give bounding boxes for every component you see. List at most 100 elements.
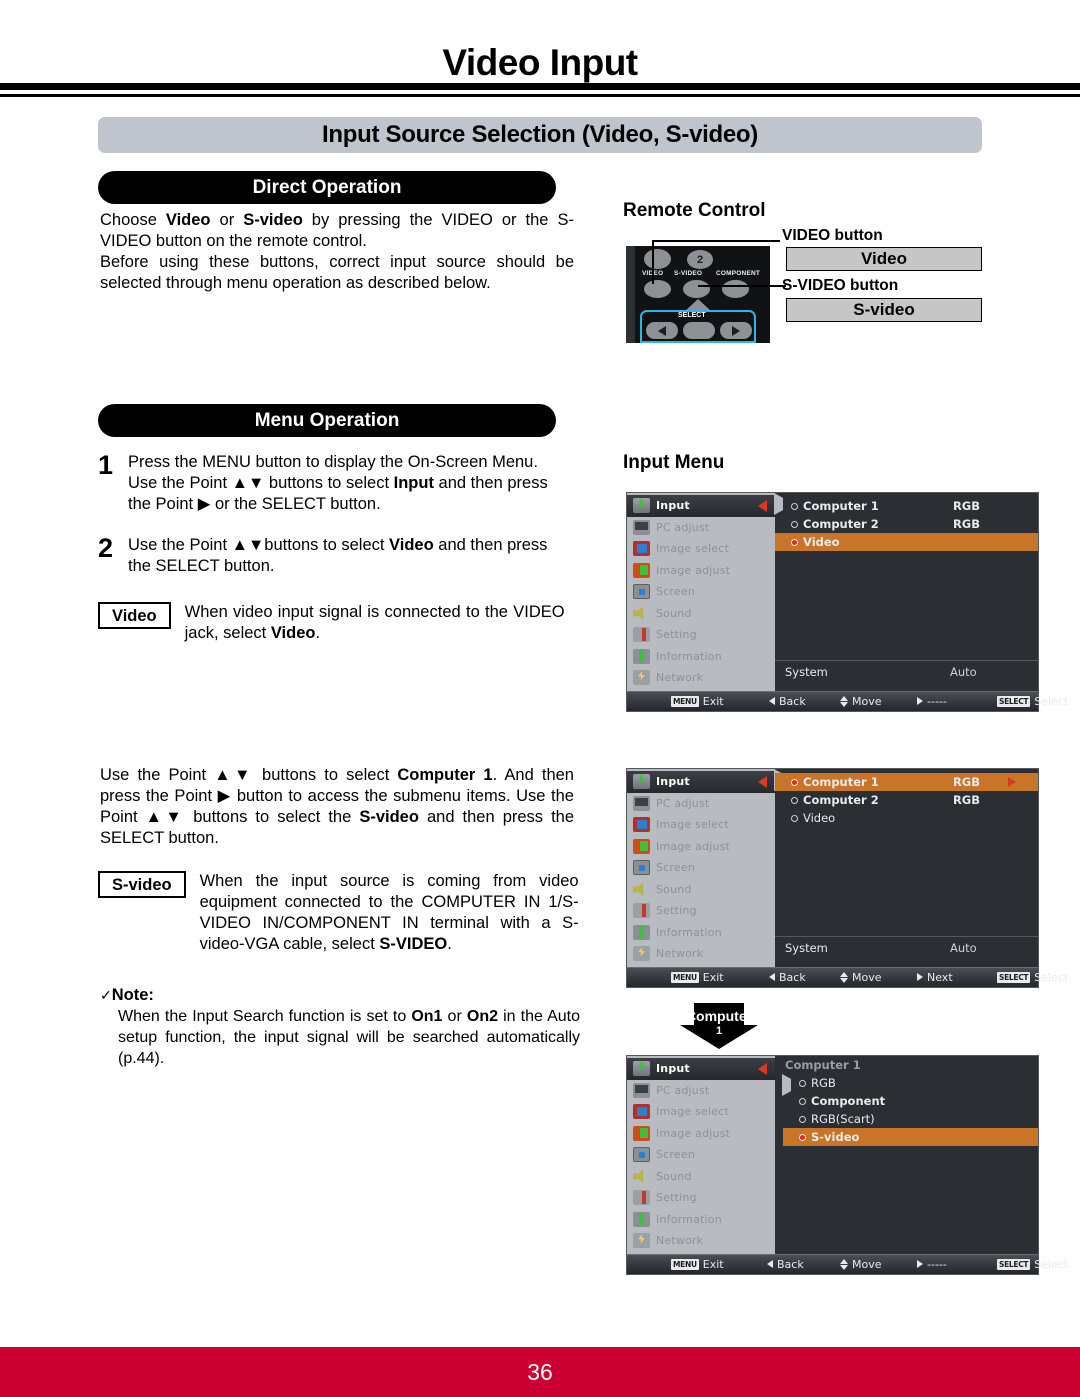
sidebar-item-screen[interactable]: Screen — [627, 581, 775, 603]
osd2-item-computer-1[interactable]: Computer 1 RGB — [775, 773, 1038, 791]
osd2-next[interactable]: Next — [917, 971, 953, 984]
osd1-back[interactable]: Back — [769, 695, 806, 708]
osd3-item-s-video[interactable]: S-video — [783, 1128, 1038, 1146]
osd3-exit[interactable]: MENU Exit — [671, 1258, 724, 1271]
osd3-select[interactable]: SELECT Select — [997, 1258, 1068, 1271]
osd3-item-rgb-scart[interactable]: RGB(Scart) — [783, 1110, 1038, 1128]
sidebar-label-information: Information — [656, 925, 722, 939]
osd2-move[interactable]: Move — [840, 971, 882, 984]
osd1-system-row[interactable]: System Auto — [775, 660, 1038, 682]
remote-top-button-left[interactable] — [644, 249, 671, 269]
osd3-label-component: Component — [811, 1094, 886, 1108]
sidebar-item-pc-adjust[interactable]: PC adjust — [627, 1080, 775, 1102]
sidebar-item-information[interactable]: Information — [627, 646, 775, 668]
remote-point-left-button[interactable] — [646, 322, 678, 339]
sidebar-label-image-select: Image select — [656, 542, 730, 556]
sidebar-label-image-adjust: Image adjust — [656, 1126, 731, 1140]
sidebar-item-input[interactable]: Input — [627, 771, 775, 793]
osd3-item-rgb[interactable]: RGB — [783, 1074, 1038, 1092]
direct-operation-text: Choose Video or S-video by pressing the … — [100, 210, 574, 294]
osd3-next[interactable]: ----- — [917, 1258, 947, 1271]
sound-icon — [633, 882, 650, 897]
remote-svideo-button[interactable] — [683, 280, 710, 298]
radio-icon — [799, 1079, 806, 1087]
sidebar-item-sound[interactable]: Sound — [627, 879, 775, 901]
sidebar-label-input: Input — [656, 499, 690, 513]
osd3-submenu-panel: RGB Component RGB(Scart) S-video — [782, 1074, 1038, 1235]
osd2-exit-label: Exit — [702, 970, 724, 984]
osd2-system-label: System — [785, 940, 828, 955]
information-icon — [633, 648, 650, 664]
osd2-system-row[interactable]: System Auto — [775, 936, 1038, 958]
osd1-system-value: Auto — [950, 664, 977, 679]
osd3-body: Computer 1 RGB Component RGB(Scart) S-vi… — [775, 1056, 1038, 1254]
sidebar-item-image-adjust[interactable]: Image adjust — [627, 1123, 775, 1145]
osd1-exit[interactable]: MENU Exit — [671, 695, 724, 708]
remote-svideo-key-label: S-VIDEO — [674, 270, 703, 277]
osd2-item-video[interactable]: Video — [775, 809, 1038, 827]
sidebar-item-sound[interactable]: Sound — [627, 603, 775, 625]
osd1-item-computer-1[interactable]: Computer 1 RGB — [775, 497, 1038, 515]
sidebar-item-pc-adjust[interactable]: PC adjust — [627, 517, 775, 539]
osd2-back[interactable]: Back — [769, 971, 806, 984]
pc-adjust-icon — [633, 795, 650, 811]
screen-icon — [633, 1147, 650, 1163]
sidebar-label-pc-adjust: PC adjust — [656, 1083, 710, 1097]
sidebar-item-network[interactable]: Network — [627, 667, 775, 689]
note-b: or — [442, 1008, 467, 1025]
remote-control-photo: 2 VIDEO S-VIDEO COMPONENT SELECT — [626, 246, 770, 343]
osd1-move[interactable]: Move — [840, 695, 882, 708]
sidebar-item-image-select[interactable]: Image select — [627, 538, 775, 560]
osd2-exit[interactable]: MENU Exit — [671, 971, 724, 984]
sidebar-item-input[interactable]: Input — [627, 495, 775, 517]
osd1-value-computer-2: RGB — [952, 517, 980, 531]
svideo-button-callout-label: S-VIDEO button — [782, 277, 899, 294]
sidebar-item-screen[interactable]: Screen — [627, 1144, 775, 1166]
radio-icon — [791, 520, 798, 528]
sidebar-item-information[interactable]: Information — [627, 1209, 775, 1231]
arrow-right-icon — [917, 697, 923, 705]
osd3-item-component[interactable]: Component — [783, 1092, 1038, 1110]
input-icon — [633, 498, 650, 514]
osd3-back[interactable]: Back — [767, 1258, 804, 1271]
sound-icon — [633, 606, 650, 621]
osd3-move[interactable]: Move — [840, 1258, 882, 1271]
osd1-label-computer-1: Computer 1 — [803, 499, 879, 513]
sidebar-item-setting[interactable]: Setting — [627, 1187, 775, 1209]
remote-video-button[interactable] — [644, 280, 671, 298]
osd1-next[interactable]: ----- — [917, 695, 947, 708]
sidebar-item-image-select[interactable]: Image select — [627, 1101, 775, 1123]
sidebar-item-image-adjust[interactable]: Image adjust — [627, 836, 775, 858]
sidebar-item-image-adjust[interactable]: Image adjust — [627, 560, 775, 582]
sidebar-item-setting[interactable]: Setting — [627, 900, 775, 922]
arrow-right-icon — [917, 1260, 923, 1268]
remote-select-button[interactable] — [683, 322, 715, 339]
osd2-item-computer-2[interactable]: Computer 2 RGB — [775, 791, 1038, 809]
sidebar-item-pc-adjust[interactable]: PC adjust — [627, 793, 775, 815]
radio-icon — [799, 1115, 806, 1123]
osd2-select[interactable]: SELECT Select — [997, 971, 1068, 984]
osd1-item-computer-2[interactable]: Computer 2 RGB — [775, 515, 1038, 533]
osd2-sidebar: Input PC adjust Image select Image adjus… — [627, 769, 775, 967]
remote-point-right-button[interactable] — [720, 322, 752, 339]
sidebar-item-network[interactable]: Network — [627, 943, 775, 965]
sidebar-item-network[interactable]: Network — [627, 1230, 775, 1252]
osd1-item-video[interactable]: Video — [775, 533, 1038, 551]
remote-number-2-button[interactable]: 2 — [687, 250, 713, 269]
setting-icon — [633, 1190, 650, 1206]
osd1-select[interactable]: SELECT Select — [997, 695, 1068, 708]
radio-selected-icon — [791, 778, 798, 786]
sidebar-item-screen[interactable]: Screen — [627, 857, 775, 879]
remote-component-button[interactable] — [722, 280, 749, 298]
sidebar-item-information[interactable]: Information — [627, 922, 775, 944]
osd3-label-rgb: RGB — [811, 1076, 836, 1090]
sidebar-item-input[interactable]: Input — [627, 1058, 775, 1080]
sidebar-item-image-select[interactable]: Image select — [627, 814, 775, 836]
sidebar-item-setting[interactable]: Setting — [627, 624, 775, 646]
osd2-system-value: Auto — [950, 940, 977, 955]
direct-operation-para1: Choose Video or S-video by pressing the … — [100, 210, 574, 252]
para1-svideo: S-video — [243, 211, 303, 229]
osd1-value-computer-1: RGB — [952, 499, 980, 513]
sidebar-item-sound[interactable]: Sound — [627, 1166, 775, 1188]
sidebar-label-sound: Sound — [656, 606, 692, 620]
